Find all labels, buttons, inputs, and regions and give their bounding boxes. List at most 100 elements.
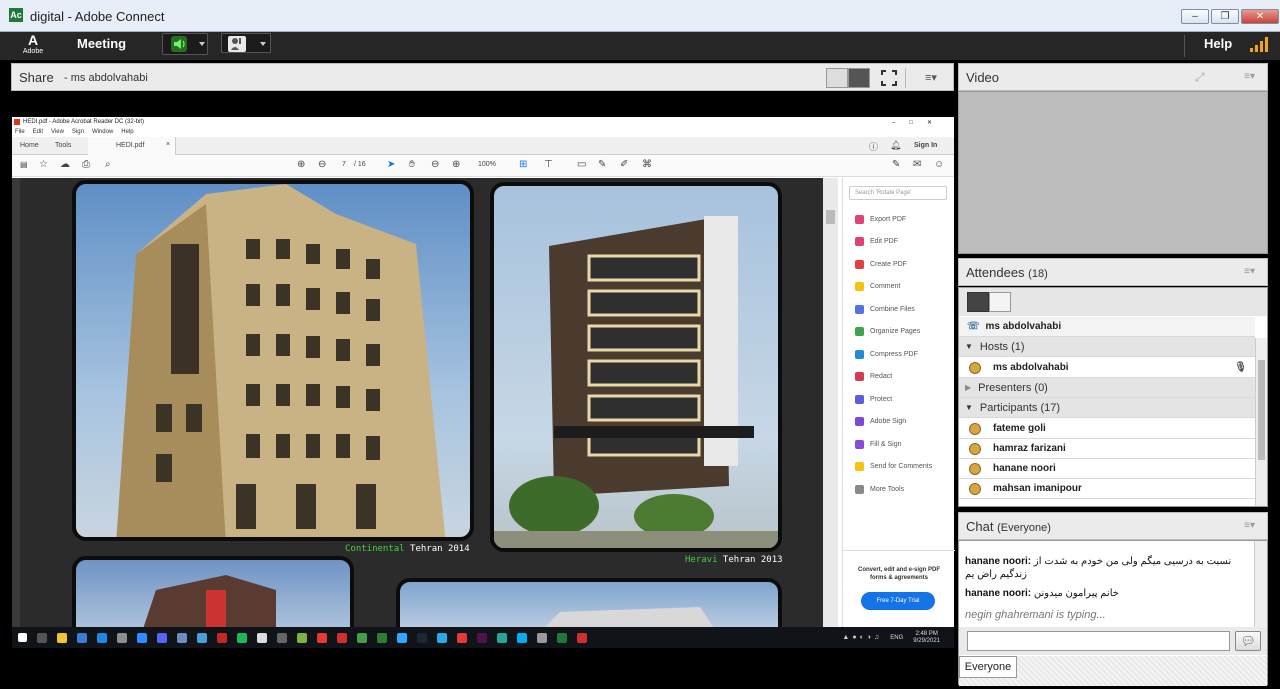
presenters-group[interactable]: ▶ Presenters (0) — [959, 378, 1255, 398]
view-fit-button[interactable] — [848, 68, 870, 88]
print-icon[interactable]: ⎙ — [82, 159, 90, 170]
adobe-connect-task-icon[interactable] — [557, 632, 567, 643]
hand-tool-icon[interactable]: ✋︎ — [409, 159, 415, 170]
tool-compress-pdf[interactable]: Compress PDF — [843, 343, 955, 366]
pdf-scrollbar[interactable] — [823, 178, 838, 627]
tab-tools[interactable]: Tools — [55, 142, 71, 149]
attendees-scroll-thumb[interactable] — [1258, 360, 1265, 460]
taskbar-app-10-icon[interactable] — [257, 632, 267, 643]
attendees-scrollbar[interactable] — [1255, 338, 1267, 506]
acrobat-menu-sign[interactable]: Sign — [72, 129, 84, 135]
pdf-page-view[interactable]: Continental Tehran 2014 Heravi Tehran 20… — [12, 178, 838, 627]
save-icon[interactable]: ▤ — [20, 160, 28, 169]
fit-page-icon[interactable]: ⊞ — [519, 159, 527, 170]
select-pointer-icon[interactable]: ➤ — [387, 159, 395, 170]
tool-protect[interactable]: Protect — [843, 388, 955, 411]
highlight-pen-icon[interactable]: ✎ — [598, 159, 606, 170]
restore-button[interactable]: ❐ — [1211, 9, 1239, 24]
my-status-row[interactable]: ☏ ms abdolvahabi — [959, 317, 1255, 337]
scroll-mode-icon[interactable]: ⊤ — [544, 159, 553, 170]
taskbar-app-16-icon[interactable] — [477, 632, 487, 643]
taskbar-app-7-icon[interactable] — [197, 632, 207, 643]
tool-fill-sign[interactable]: Fill & Sign — [843, 433, 955, 456]
task-view-icon[interactable] — [37, 632, 47, 643]
tab-close-icon[interactable]: × — [166, 141, 170, 148]
tool-redact[interactable]: Redact — [843, 366, 955, 389]
input-language[interactable]: ENG — [890, 635, 903, 641]
chat-recipient-tab[interactable]: Everyone — [959, 656, 1017, 678]
acrobat-window-controls[interactable]: –□✕ — [892, 119, 946, 126]
telegram-icon[interactable] — [437, 632, 447, 643]
next-page-icon[interactable]: ⊖ — [318, 159, 326, 170]
free-trial-button[interactable]: Free 7-Day Trial — [861, 592, 935, 610]
share-user-icon[interactable]: ☺ — [934, 159, 944, 170]
taskbar-app-1-icon[interactable] — [77, 632, 87, 643]
help-circle-icon[interactable]: ⓘ — [869, 140, 878, 153]
taskbar-app-11-icon[interactable] — [277, 632, 287, 643]
participant-row[interactable]: fateme goli — [959, 419, 1255, 439]
pdf-scroll-thumb[interactable] — [826, 210, 835, 224]
tool-combine-files[interactable]: Combine Files — [843, 298, 955, 321]
send-chat-button[interactable]: 💬︎ — [1235, 631, 1261, 651]
list-view-icon[interactable] — [967, 292, 989, 312]
taskbar-app-3-icon[interactable] — [117, 632, 127, 643]
zoom-select[interactable]: 100% — [478, 161, 496, 168]
participant-row[interactable]: hanane noori — [959, 459, 1255, 479]
tool-edit-pdf[interactable]: Edit PDF — [843, 231, 955, 254]
close-button[interactable]: ✕ — [1241, 9, 1279, 24]
tool-comment[interactable]: Comment — [843, 276, 955, 299]
skype-icon[interactable] — [517, 632, 527, 643]
bell-icon[interactable]: 🔔︎ — [890, 140, 901, 151]
zoom-in-icon[interactable]: ⊕ — [452, 159, 460, 170]
system-tray-icons[interactable]: ▲●◐◑♫ — [842, 634, 882, 641]
prev-page-icon[interactable]: ⊕ — [297, 159, 305, 170]
tools-search-input[interactable]: Search 'Rotate Page' — [849, 186, 947, 200]
taskbar-app-18-icon[interactable] — [537, 632, 547, 643]
bookmark-star-icon[interactable]: ☆ — [39, 159, 48, 170]
participant-row[interactable]: hamraz farizani — [959, 439, 1255, 459]
chat-message-input[interactable] — [967, 631, 1230, 651]
fullscreen-icon[interactable] — [880, 69, 898, 87]
taskbar-app-13-icon[interactable] — [357, 632, 367, 643]
zoom-out-icon[interactable]: ⊖ — [431, 159, 439, 170]
stamp-icon[interactable]: ⌘ — [642, 159, 652, 170]
start-windows-icon[interactable] — [18, 633, 27, 642]
upload-cloud-icon[interactable]: ☁ — [60, 159, 70, 170]
tab-document[interactable]: HEDI.pdf × — [88, 137, 176, 155]
comment-icon[interactable]: ▭ — [577, 159, 586, 170]
acrobat-task-icon[interactable] — [577, 632, 587, 643]
sign-in-link[interactable]: Sign In — [914, 142, 937, 149]
tool-organize-pages[interactable]: Organize Pages — [843, 321, 955, 344]
acrobat-menu-file[interactable]: File — [15, 129, 25, 135]
tab-home[interactable]: Home — [20, 142, 39, 149]
meeting-menu[interactable]: Meeting — [77, 36, 126, 51]
taskbar-app-5-icon[interactable] — [157, 632, 167, 643]
chat-scrollbar[interactable] — [1254, 541, 1267, 627]
search-icon[interactable]: ⌕ — [105, 159, 111, 170]
tool-more-tools[interactable]: More Tools — [843, 478, 955, 501]
video-pod-menu-icon[interactable]: ≡▾ — [1244, 71, 1255, 82]
view-normal-button[interactable] — [826, 68, 848, 88]
acrobat-menu-help[interactable]: Help — [121, 129, 133, 135]
page-number-input[interactable]: 7 — [342, 161, 346, 168]
chat-pod-menu-icon[interactable]: ≡▾ — [1244, 520, 1255, 531]
taskbar-app-12-icon[interactable] — [297, 632, 307, 643]
file-explorer-icon[interactable] — [57, 632, 67, 643]
taskbar-app-17-icon[interactable] — [497, 632, 507, 643]
chrome-icon[interactable] — [317, 632, 327, 643]
status-view-icon[interactable] — [989, 292, 1011, 312]
sign-pen-icon[interactable]: ✎ — [892, 159, 900, 170]
tool-send-for-comments[interactable]: Send for Comments — [843, 456, 955, 479]
acrobat-menu-window[interactable]: Window — [92, 129, 113, 135]
tool-export-pdf[interactable]: Export PDF — [843, 208, 955, 231]
taskbar-app-2-icon[interactable] — [97, 632, 107, 643]
speaker-control[interactable] — [162, 33, 208, 55]
left-nav-rail[interactable] — [12, 178, 20, 627]
taskbar-app-8-icon[interactable] — [217, 632, 227, 643]
share-pod-menu-icon[interactable]: ≡▾ — [925, 71, 937, 84]
taskbar-app-6-icon[interactable] — [177, 632, 187, 643]
acrobat-menu-edit[interactable]: Edit — [33, 129, 43, 135]
tool-adobe-sign[interactable]: Adobe Sign — [843, 411, 955, 434]
taskbar-app-4-icon[interactable] — [137, 632, 147, 643]
taskbar-app-9-icon[interactable] — [237, 632, 247, 643]
